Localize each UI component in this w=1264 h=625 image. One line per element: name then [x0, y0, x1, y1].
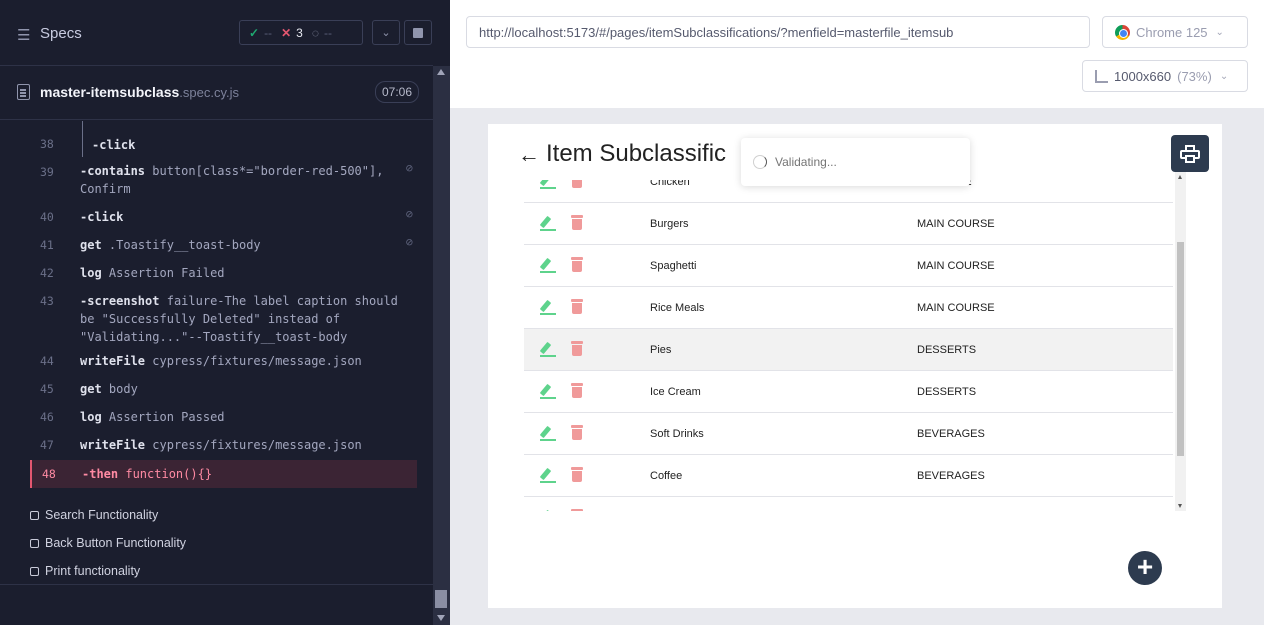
command-row[interactable]: 43 -screenshot failure-The label caption…: [30, 289, 417, 347]
x-icon: ✕: [281, 25, 292, 40]
edit-icon[interactable]: [539, 257, 556, 273]
delete-icon[interactable]: [571, 180, 583, 188]
spec-duration: 07:06: [375, 81, 420, 103]
cypress-runner-panel: ☰ Specs ✓ -- ✕ 3 ◌ -- ⌄ master-itemsubcl: [0, 0, 450, 625]
failed-stat: ✕ 3: [281, 25, 303, 40]
command-row[interactable]: 40 -click ⊘: [30, 205, 417, 229]
test-stats: ✓ -- ✕ 3 ◌ --: [239, 20, 363, 45]
edit-icon[interactable]: [539, 509, 556, 511]
table-row[interactable]: Rice Meals MAIN COURSE: [524, 287, 1173, 329]
test-item[interactable]: Print functionality: [30, 564, 140, 578]
command-row[interactable]: 39 -contains button[class*="border-red-5…: [30, 159, 417, 201]
table-row[interactable]: Burgers MAIN COURSE: [524, 203, 1173, 245]
chevron-down-icon: ⌄: [381, 27, 391, 39]
viewport-selector[interactable]: 1000x660 (73%) ⌄: [1082, 60, 1248, 92]
command-row[interactable]: [30, 121, 417, 129]
scrollbar-thumb[interactable]: [435, 590, 447, 608]
scroll-down-icon[interactable]: [1178, 504, 1182, 508]
table-row[interactable]: Ice Cream DESSERTS: [524, 371, 1173, 413]
test-status-icon: [30, 538, 39, 548]
delete-icon[interactable]: [571, 341, 583, 356]
test-item[interactable]: Search Functionality: [30, 508, 158, 522]
add-button[interactable]: +: [1128, 551, 1162, 585]
eye-slash-icon: ⊘: [405, 235, 413, 249]
scroll-up-icon[interactable]: [1178, 175, 1182, 179]
url-bar[interactable]: http://localhost:5173/#/pages/itemSubcla…: [466, 16, 1090, 48]
command-row[interactable]: 47 writeFile cypress/fixtures/message.js…: [30, 433, 417, 457]
edit-icon[interactable]: [539, 215, 556, 231]
chevron-down-icon: ⌄: [1215, 26, 1224, 38]
command-log: 38 -click 39 -contains button[class*="bo…: [0, 121, 433, 501]
chrome-icon: [1115, 24, 1130, 40]
delete-icon[interactable]: [571, 257, 583, 272]
delete-icon[interactable]: [571, 215, 583, 230]
delete-icon[interactable]: [571, 299, 583, 314]
delete-icon[interactable]: [571, 425, 583, 440]
print-button[interactable]: [1171, 135, 1209, 172]
scroll-up-icon[interactable]: [437, 69, 445, 75]
edit-icon[interactable]: [539, 180, 556, 189]
pending-icon: ◌: [311, 25, 319, 40]
scroll-down-icon[interactable]: [437, 615, 445, 621]
table-row[interactable]: Pies DESSERTS: [524, 329, 1173, 371]
browser-toolbar: http://localhost:5173/#/pages/itemSubcla…: [450, 0, 1264, 108]
spinner-icon: [753, 155, 767, 169]
check-icon: ✓: [249, 25, 260, 40]
toast-notification: Validating...: [741, 138, 970, 186]
stop-icon: [413, 27, 423, 38]
passed-stat: ✓ --: [249, 25, 273, 40]
ruler-icon: [1095, 69, 1108, 83]
test-status-icon: [30, 566, 39, 576]
edit-icon[interactable]: [539, 299, 556, 315]
app-frame: ← Item Subclassific Chicken RSE Burgers …: [488, 124, 1222, 608]
divider: [0, 584, 433, 585]
printer-icon: [1180, 144, 1200, 163]
pending-stat: ◌ --: [311, 25, 332, 40]
spec-file-name: master-itemsubclass.spec.cy.js: [40, 84, 240, 100]
delete-icon[interactable]: [571, 467, 583, 482]
command-log-scrollbar[interactable]: [433, 66, 450, 625]
edit-icon[interactable]: [539, 467, 556, 483]
scrollbar-thumb[interactable]: [1177, 242, 1184, 456]
table-row[interactable]: [524, 497, 1173, 511]
delete-icon[interactable]: [571, 509, 583, 511]
table-row[interactable]: Soft Drinks BEVERAGES: [524, 413, 1173, 455]
page-title: Item Subclassific: [546, 140, 727, 167]
chevron-down-icon: ⌄: [1219, 70, 1229, 82]
collapse-button[interactable]: ⌄: [372, 20, 400, 45]
table-row[interactable]: Spaghetti MAIN COURSE: [524, 245, 1173, 287]
test-status-icon: [30, 510, 39, 520]
command-row[interactable]: 42 log Assertion Failed: [30, 261, 417, 285]
document-icon: [17, 84, 30, 100]
browser-selector[interactable]: Chrome 125 ⌄: [1102, 16, 1248, 48]
delete-icon[interactable]: [571, 383, 583, 398]
edit-icon[interactable]: [539, 341, 556, 357]
command-row[interactable]: 38 -click: [30, 131, 417, 155]
eye-slash-icon: ⊘: [405, 161, 413, 175]
subclassification-table: Chicken RSE Burgers MAIN COURSE Spaghett…: [524, 180, 1186, 511]
table-row[interactable]: Coffee BEVERAGES: [524, 455, 1173, 497]
plus-icon: +: [1136, 551, 1154, 582]
command-row[interactable]: 41 get .Toastify__toast-body ⊘: [30, 233, 417, 257]
command-row[interactable]: 46 log Assertion Passed: [30, 405, 417, 429]
edit-icon[interactable]: [539, 383, 556, 399]
eye-slash-icon: ⊘: [405, 207, 413, 221]
specs-menu-icon[interactable]: ☰: [17, 26, 30, 44]
stop-button[interactable]: [404, 20, 432, 45]
spec-file-header: master-itemsubclass.spec.cy.js 07:06: [0, 66, 433, 120]
table-scrollbar[interactable]: [1175, 172, 1186, 511]
aut-panel: http://localhost:5173/#/pages/itemSubcla…: [450, 0, 1264, 625]
command-row-active[interactable]: 48 -then function(){}: [30, 460, 417, 488]
back-arrow-icon[interactable]: ←: [518, 142, 540, 168]
specs-title[interactable]: Specs: [40, 25, 82, 42]
edit-icon[interactable]: [539, 425, 556, 441]
indent-guide: [82, 121, 83, 157]
test-item[interactable]: Back Button Functionality: [30, 536, 186, 550]
command-row[interactable]: 44 writeFile cypress/fixtures/message.js…: [30, 349, 417, 373]
command-row[interactable]: 45 get body: [30, 377, 417, 401]
specs-header: ☰ Specs ✓ -- ✕ 3 ◌ -- ⌄: [0, 0, 433, 66]
